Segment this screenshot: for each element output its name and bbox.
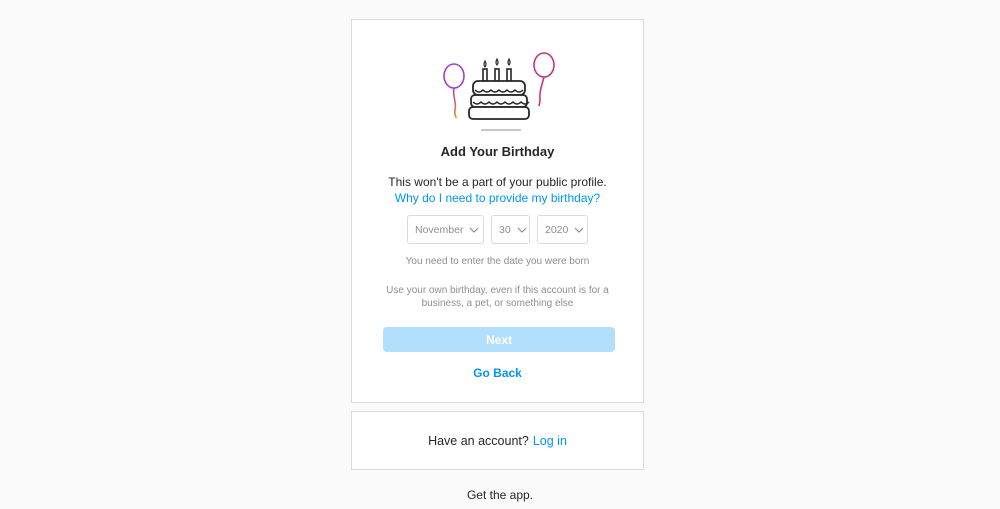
- birthday-hint: You need to enter the date you were born: [405, 256, 590, 267]
- birthday-cake-illustration-icon: [443, 52, 555, 131]
- chevron-down-icon: [574, 225, 584, 235]
- day-value: 30: [499, 223, 511, 236]
- year-value: 2020: [545, 223, 569, 236]
- month-select[interactable]: November: [407, 215, 484, 244]
- month-value: November: [415, 223, 464, 236]
- birthday-card: Add Your Birthday This won't be a part o…: [351, 19, 644, 403]
- chevron-down-icon: [469, 225, 479, 235]
- have-account-text: Have an account?: [428, 433, 529, 448]
- login-card: Have an account? Log in: [351, 411, 644, 470]
- go-back-link[interactable]: Go Back: [352, 366, 643, 380]
- log-in-link[interactable]: Log in: [533, 434, 567, 448]
- day-select[interactable]: 30: [491, 215, 530, 244]
- birthday-note: Use your own birthday, even if this acco…: [386, 285, 609, 309]
- subtitle-text: This won't be a part of your public prof…: [388, 175, 607, 189]
- why-birthday-link[interactable]: Why do I need to provide my birthday?: [352, 191, 643, 205]
- next-button[interactable]: Next: [383, 327, 615, 352]
- birthday-selects: November 30 2020: [352, 215, 643, 244]
- year-select[interactable]: 2020: [537, 215, 588, 244]
- page-title: Add Your Birthday: [440, 144, 555, 159]
- get-the-app-text: Get the app.: [466, 488, 534, 502]
- chevron-down-icon: [517, 225, 527, 235]
